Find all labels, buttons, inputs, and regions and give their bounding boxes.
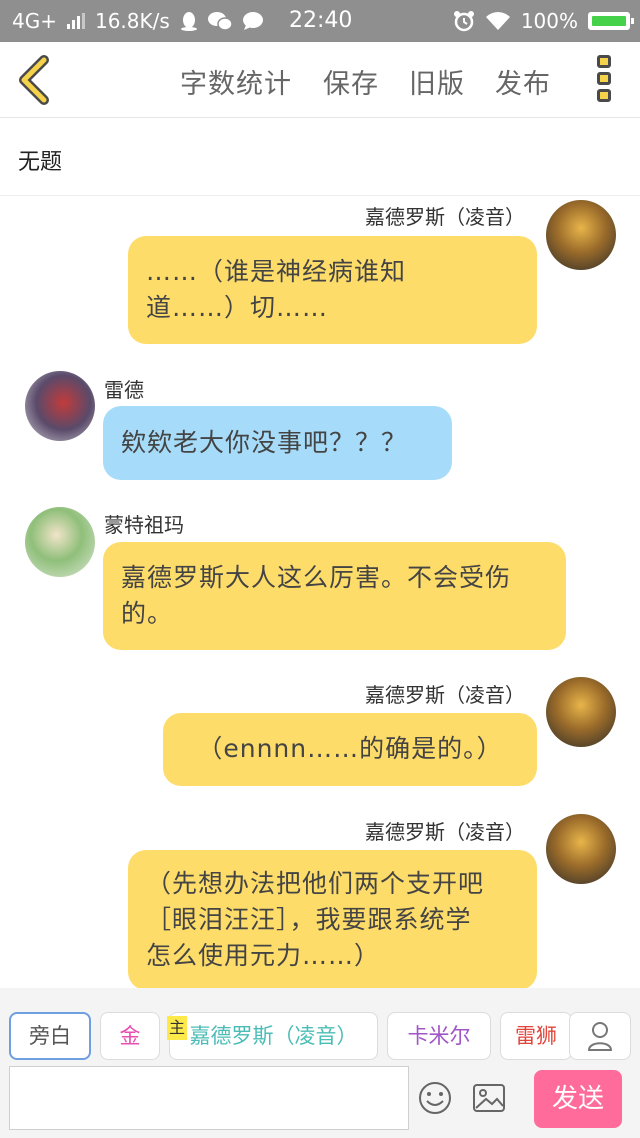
word-count-button[interactable]: 字数统计 <box>180 62 292 101</box>
message-sender-name: 嘉德罗斯（凌音） <box>365 683 525 707</box>
battery-icon <box>588 12 634 30</box>
story-title: 无题 <box>18 150 63 175</box>
avatar[interactable] <box>25 507 95 577</box>
image-icon[interactable] <box>472 1082 506 1114</box>
old-version-button[interactable]: 旧版 <box>409 62 465 101</box>
message-line: 欸欸老大你没事吧？？？ <box>121 428 408 457</box>
send-button[interactable]: 发送 <box>534 1070 622 1128</box>
network-speed: 16.8K/s <box>94 9 170 33</box>
host-badge: 主 <box>167 1016 187 1040</box>
alarm-icon <box>453 11 474 32</box>
input-bar: 发送 <box>0 1066 640 1138</box>
save-button[interactable]: 保存 <box>323 62 379 101</box>
editor-toolbar: 字数统计 保存 旧版 发布 <box>0 42 640 118</box>
battery-percent: 100% <box>520 9 578 33</box>
role-chip-gold[interactable]: 金 <box>100 1012 160 1060</box>
message-bubble[interactable]: ……（谁是神经病谁知 道……）切…… <box>128 236 537 344</box>
message-line: （先想办法把他们两个支开吧 <box>146 869 485 898</box>
avatar[interactable] <box>546 200 616 270</box>
emoji-icon[interactable] <box>418 1081 452 1115</box>
message-line: 嘉德罗斯大人这么厉害。不会受伤 <box>121 563 512 592</box>
role-chip-narrator[interactable]: 旁白 <box>9 1012 91 1060</box>
message-line: 的。 <box>121 599 174 628</box>
clock: 22:40 <box>289 8 353 33</box>
message-line: ［眼泪汪汪］，我要跟系统学 <box>146 905 472 934</box>
add-role-button[interactable] <box>569 1012 631 1060</box>
role-chip-kamir[interactable]: 卡米尔 <box>387 1012 491 1060</box>
message-bubble[interactable]: 嘉德罗斯大人这么厉害。不会受伤 的。 <box>103 542 566 650</box>
role-chip-jiade[interactable]: 嘉德罗斯（凌音） <box>169 1012 378 1060</box>
network-type: 4G+ <box>12 9 57 33</box>
wifi-icon <box>485 12 510 30</box>
message-line: ……（谁是神经病谁知 <box>146 257 407 286</box>
person-icon <box>587 1022 613 1051</box>
message-bubble[interactable]: （ennnn……的确是的。） <box>163 713 537 786</box>
status-bar-right: 100% <box>453 9 634 33</box>
message-icon <box>242 12 263 30</box>
status-bar: 4G+ 16.8K/s 22:40 100% <box>0 0 640 42</box>
avatar[interactable] <box>546 814 616 884</box>
message-sender-name: 蒙特祖玛 <box>104 513 184 537</box>
message-line: （ennnn……的确是的。） <box>197 734 503 763</box>
publish-button[interactable]: 发布 <box>495 62 551 101</box>
message-input[interactable] <box>9 1066 409 1130</box>
qq-icon <box>180 12 197 31</box>
message-sender-name: 嘉德罗斯（凌音） <box>365 205 525 229</box>
message-bubble[interactable]: 欸欸老大你没事吧？？？ <box>103 406 452 480</box>
signal-icon <box>66 13 85 29</box>
message-bubble[interactable]: （先想办法把他们两个支开吧 ［眼泪汪汪］，我要跟系统学 怎么使用元力……） <box>128 850 537 990</box>
message-sender-name: 雷德 <box>104 378 144 402</box>
message-line: 道……）切…… <box>146 293 329 322</box>
back-arrow-icon[interactable] <box>14 54 54 106</box>
role-chip-leishi[interactable]: 雷狮 <box>500 1012 572 1060</box>
message-line: 怎么使用元力……） <box>146 941 381 970</box>
role-selector-bar: 旁白 金 嘉德罗斯（凌音） 卡米尔 雷狮 <box>0 988 640 1066</box>
wechat-icon <box>207 12 232 31</box>
avatar[interactable] <box>546 677 616 747</box>
avatar[interactable] <box>25 371 95 441</box>
message-sender-name: 嘉德罗斯（凌音） <box>365 820 525 844</box>
status-bar-left: 4G+ 16.8K/s <box>12 9 264 33</box>
more-menu-icon[interactable] <box>597 55 613 105</box>
story-title-row[interactable]: 无题 <box>0 118 640 196</box>
